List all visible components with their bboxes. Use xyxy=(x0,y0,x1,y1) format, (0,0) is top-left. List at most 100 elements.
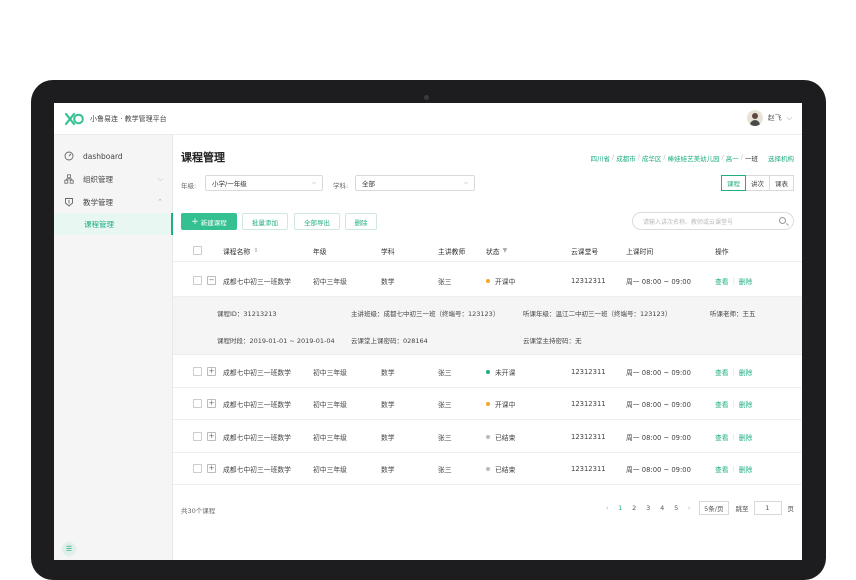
table-row[interactable]: + 成都七中初三一班数学 初中三年级 数学 张三 开课中 12312311 周一 08:00 … xyxy=(173,388,802,420)
page-4[interactable]: 4 xyxy=(655,504,669,512)
class-time: 周一 08:00 ~ 09:00 xyxy=(626,368,691,377)
delete-link[interactable]: 删除 xyxy=(739,367,753,377)
status: 已结束 xyxy=(486,453,515,484)
user-menu[interactable]: 赵飞 ⌵ xyxy=(746,110,792,126)
app-title: 小鲁易连 · 教学管理平台 xyxy=(90,115,167,123)
row-checkbox[interactable] xyxy=(193,356,202,387)
delete-link[interactable]: 删除 xyxy=(739,464,753,474)
page-3[interactable]: 3 xyxy=(641,504,655,512)
export-all-button[interactable]: 全部导出 xyxy=(294,213,340,230)
class-time: 周一 08:00 ~ 09:00 xyxy=(626,465,691,474)
page-size-select[interactable]: 5条/页 xyxy=(699,501,729,515)
goto-label: 跳至 xyxy=(735,505,749,513)
goto-input[interactable]: 1 xyxy=(753,501,782,515)
row-checkbox[interactable] xyxy=(193,453,202,484)
plus-icon[interactable]: + xyxy=(207,399,216,408)
breadcrumb-current: 一班 xyxy=(745,155,758,163)
expand-toggle[interactable]: + xyxy=(207,421,216,452)
delete-link[interactable]: 删除 xyxy=(739,276,753,286)
select-all-checkbox[interactable] xyxy=(193,240,202,261)
chevron-down-icon[interactable]: ⌵ xyxy=(787,114,792,123)
header-name[interactable]: 课程名称 ⇕ xyxy=(223,240,258,261)
detail-course-id: 课程ID：31213213 xyxy=(217,310,277,318)
org-icon xyxy=(64,174,74,184)
course-name: 成都七中初三一班数学 xyxy=(223,277,291,286)
expand-toggle[interactable]: + xyxy=(207,388,216,419)
header-cloud: 云课堂号 xyxy=(571,247,599,256)
table-row[interactable]: − 成都七中初三一班数学 初中三年级 数学 张三 开课中 12312311 周一 08:00 … xyxy=(173,265,802,297)
chevron-down-icon: ⌵ xyxy=(463,179,468,186)
detail-host-password: 云课堂主持密码：无 xyxy=(523,337,582,345)
grade-select[interactable]: 小学/一年级 ⌵ xyxy=(205,175,323,191)
plus-icon[interactable]: + xyxy=(207,432,216,441)
row-checkbox[interactable] xyxy=(193,421,202,452)
tab-course[interactable]: 课程 xyxy=(721,175,746,191)
status-label: 已结束 xyxy=(495,465,516,474)
table-row[interactable]: + 成都七中初三一班数学 初中三年级 数学 张三 已结束 12312311 周一 08:00 … xyxy=(173,421,802,453)
total-count: 共30个课程 xyxy=(181,507,216,515)
subject-select[interactable]: 全部 ⌵ xyxy=(355,175,475,191)
chevron-up-icon: ⌃ xyxy=(157,198,163,206)
prev-page-icon[interactable]: ‹ xyxy=(601,504,613,512)
row-checkbox[interactable] xyxy=(193,265,202,296)
teacher: 张三 xyxy=(438,465,452,474)
delete-button[interactable]: 删除 xyxy=(345,213,377,230)
view-link[interactable]: 查看 xyxy=(715,432,729,442)
tab-lecture[interactable]: 讲次 xyxy=(745,175,770,191)
header-status[interactable]: 状态 ▼ xyxy=(486,240,507,261)
cloud-id: 12312311 xyxy=(571,399,606,408)
sort-icon[interactable]: ⇕ xyxy=(253,247,258,254)
header-time: 上课时间 xyxy=(626,247,654,256)
status-dot xyxy=(486,278,490,283)
teaching-icon xyxy=(64,197,74,207)
breadcrumb-item[interactable]: 棒娃娃艺美幼儿园 xyxy=(668,153,720,163)
choose-org-link[interactable]: 选择机构 xyxy=(768,153,794,163)
new-course-button[interactable]: + 新建课程 xyxy=(181,213,237,230)
sidebar-item-course-management[interactable]: 课程管理 xyxy=(54,213,173,235)
subject-label: 学科: xyxy=(333,182,349,190)
search-icon[interactable] xyxy=(779,217,786,224)
view-link[interactable]: 查看 xyxy=(715,399,729,409)
page-5[interactable]: 5 xyxy=(669,504,683,512)
view-link[interactable]: 查看 xyxy=(715,464,729,474)
page-1[interactable]: 1 xyxy=(613,504,627,512)
breadcrumb-item[interactable]: 成华区 xyxy=(642,153,662,163)
header-actions: 操作 xyxy=(715,247,729,256)
teacher: 张三 xyxy=(438,400,452,409)
logo-icon xyxy=(64,112,84,126)
view-link[interactable]: 查看 xyxy=(715,276,729,286)
search-input[interactable]: 请输入讲次名称、教师或云课堂号 xyxy=(632,212,794,230)
page-2[interactable]: 2 xyxy=(627,504,641,512)
next-page-icon[interactable]: › xyxy=(683,504,695,512)
sidebar-item-teaching[interactable]: 教学管理 ⌃ xyxy=(54,191,173,213)
user-name[interactable]: 赵飞 xyxy=(768,113,782,123)
tab-schedule[interactable]: 课表 xyxy=(769,175,794,191)
sidebar-item-dashboard[interactable]: dashboard xyxy=(54,145,173,167)
minus-icon[interactable]: − xyxy=(207,276,216,285)
subject: 数学 xyxy=(381,400,395,409)
expand-toggle[interactable]: − xyxy=(207,265,216,296)
plus-icon: + xyxy=(191,216,199,227)
avatar[interactable] xyxy=(746,110,763,126)
subject-select-value: 全部 xyxy=(362,180,375,188)
table-row[interactable]: + 成都七中初三一班数学 初中三年级 数学 张三 已结束 12312311 周一 08:00 … xyxy=(173,453,802,485)
detail-main-class: 主讲班级：成都七中初三一班（终端号：123123） xyxy=(351,310,500,318)
collapse-icon[interactable]: ☰ xyxy=(62,542,76,556)
expand-toggle[interactable]: + xyxy=(207,453,216,484)
row-checkbox[interactable] xyxy=(193,388,202,419)
breadcrumb-item[interactable]: 四川省 xyxy=(590,153,610,163)
row-actions: 查看 | 删除 xyxy=(715,464,753,474)
plus-icon[interactable]: + xyxy=(207,464,216,473)
header-subject: 学科 xyxy=(381,247,395,256)
sidebar-item-org[interactable]: 组织管理 ⌵ xyxy=(54,168,173,190)
filter-icon[interactable]: ▼ xyxy=(503,247,508,254)
breadcrumb-item[interactable]: 高一 xyxy=(726,153,739,163)
breadcrumb-item[interactable]: 成都市 xyxy=(616,153,636,163)
delete-link[interactable]: 删除 xyxy=(739,399,753,409)
batch-add-button[interactable]: 批量添加 xyxy=(242,213,288,230)
expand-toggle[interactable]: + xyxy=(207,356,216,387)
table-row[interactable]: + 成都七中初三一班数学 初中三年级 数学 张三 未开课 12312311 周一 08:00 … xyxy=(173,356,802,388)
view-link[interactable]: 查看 xyxy=(715,367,729,377)
plus-icon[interactable]: + xyxy=(207,367,216,376)
delete-link[interactable]: 删除 xyxy=(739,432,753,442)
